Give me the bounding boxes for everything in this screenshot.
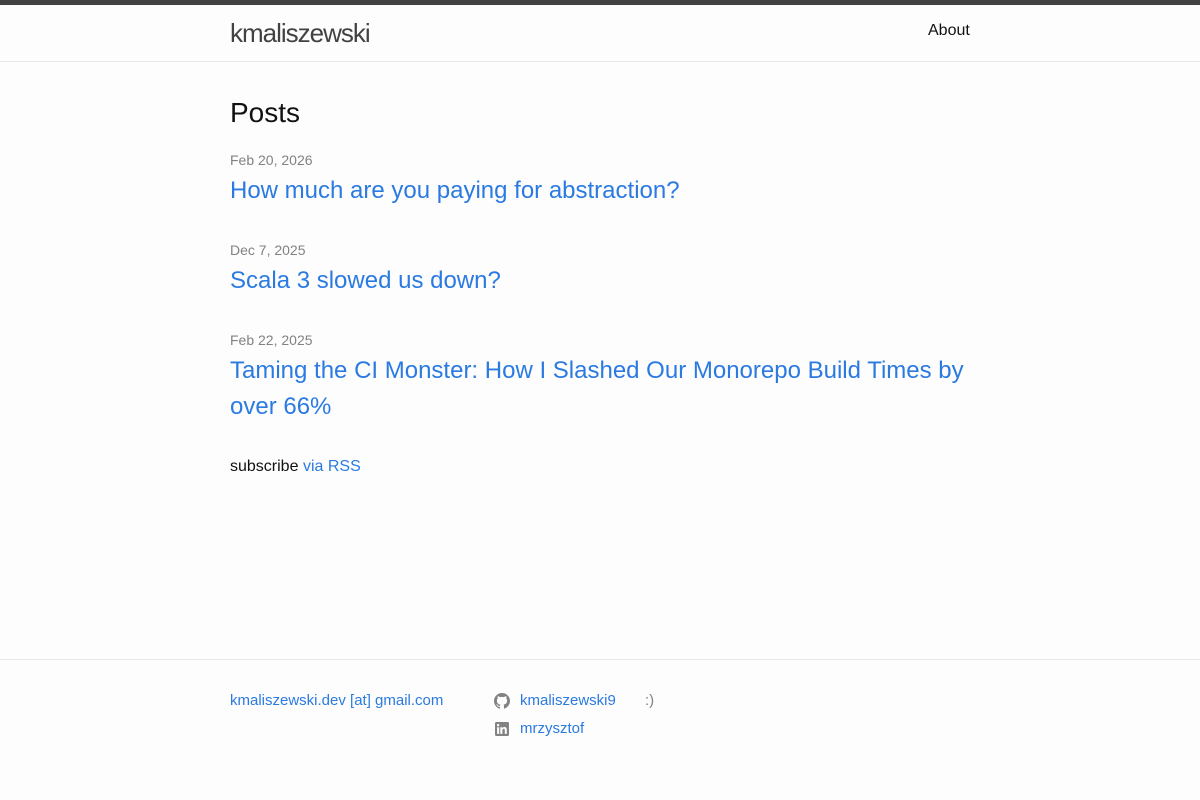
- post-title-link[interactable]: Taming the CI Monster: How I Slashed Our…: [230, 353, 970, 425]
- post-list-item: Dec 7, 2025 Scala 3 slowed us down?: [230, 241, 970, 299]
- post-list-item: Feb 22, 2025 Taming the CI Monster: How …: [230, 331, 970, 425]
- rss-subscribe: subscribe via RSS: [230, 456, 361, 478]
- github-icon: [494, 693, 510, 709]
- footer-social-github: kmaliszewski9: [494, 692, 616, 710]
- post-date: Dec 7, 2025: [230, 242, 306, 258]
- site-title-link[interactable]: kmaliszewski: [230, 17, 371, 49]
- nav-about-link[interactable]: About: [928, 21, 970, 41]
- post-title-link[interactable]: Scala 3 slowed us down?: [230, 263, 970, 299]
- post-date: Feb 20, 2026: [230, 152, 313, 168]
- footer-note: :): [645, 692, 655, 709]
- site-footer: kmaliszewski.dev [at] gmail.com kmalisze…: [0, 659, 1200, 800]
- post-title-link[interactable]: How much are you paying for abstraction?: [230, 173, 970, 209]
- footer-email-link[interactable]: kmaliszewski.dev [at] gmail.com: [230, 692, 443, 710]
- post-list-item: Feb 20, 2026 How much are you paying for…: [230, 151, 970, 209]
- github-link[interactable]: kmaliszewski9: [520, 692, 616, 710]
- page-heading: Posts: [230, 97, 301, 128]
- linkedin-link[interactable]: mrzysztof: [520, 720, 584, 738]
- footer-social-linkedin: mrzysztof: [494, 720, 584, 738]
- linkedin-icon: [494, 721, 510, 737]
- rss-prefix: subscribe: [230, 458, 299, 475]
- post-date: Feb 22, 2025: [230, 332, 313, 348]
- site-header: kmaliszewski About: [0, 5, 1200, 62]
- rss-link[interactable]: via RSS: [303, 458, 361, 475]
